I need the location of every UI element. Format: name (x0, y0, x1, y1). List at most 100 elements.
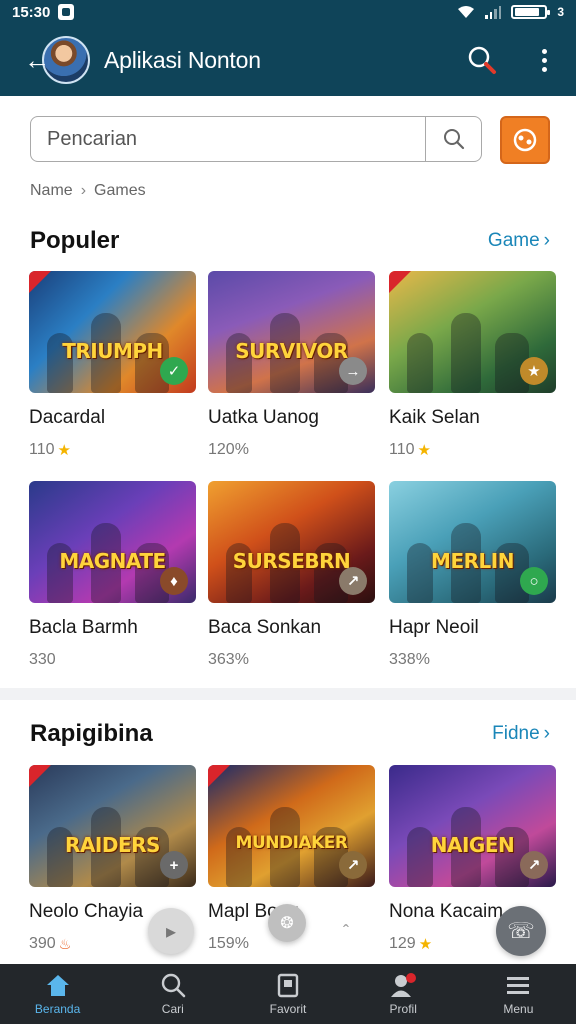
gamepad-icon (513, 128, 537, 152)
breadcrumb-item[interactable]: Games (94, 182, 146, 200)
game-rating: 110 ★ (29, 441, 196, 459)
app-bar: ← Aplikasi Nonton (0, 24, 576, 96)
see-more-label: Fidne (492, 723, 540, 744)
game-title: Baca Sonkan (208, 617, 322, 638)
game-title: Hapr Neoil (389, 617, 479, 638)
see-more-label: Game (487, 230, 540, 251)
breadcrumb: Name › Games (30, 182, 146, 200)
chat-button[interactable]: ☏ (496, 906, 546, 956)
new-ribbon (208, 765, 230, 787)
breadcrumb-item[interactable]: Name (30, 182, 73, 200)
search-icon (160, 972, 186, 998)
action-badge-icon[interactable]: ↗ (339, 851, 367, 879)
action-badge-icon[interactable]: ✓ (160, 357, 188, 385)
game-rating: 330 (29, 651, 196, 669)
nav-label: Cari (161, 1002, 184, 1016)
app-screen: 15:30 3 ← Aplikasi Nonton Pencarian Name… (0, 0, 576, 1024)
arrow-left-icon[interactable]: ← (24, 45, 50, 76)
search-button[interactable] (464, 42, 500, 78)
play-icon: ▸ (165, 920, 177, 943)
signal-icon (485, 5, 502, 19)
game-thumbnail[interactable]: MAGNATE ♦ (29, 481, 196, 603)
game-thumbnail[interactable]: SURVIVOR → (208, 271, 375, 393)
nav-label: Favorit (269, 1002, 307, 1016)
search-row (30, 116, 550, 164)
new-ribbon (389, 271, 411, 293)
game-title: Kaik Selan (389, 407, 480, 428)
nav-item-menu[interactable]: Menu (461, 964, 576, 1024)
rating-value: 330 (29, 651, 56, 668)
game-thumbnail[interactable]: NAIGEN ↗ (389, 765, 556, 887)
character-art (407, 333, 433, 393)
game-card[interactable]: MERLIN ○ Hapr Neoil 338% (389, 481, 556, 669)
rating-value: 159% (208, 935, 249, 952)
game-card[interactable]: ★ Kaik Selan 110 ★ (389, 271, 556, 459)
share-button[interactable]: ❂ (268, 904, 306, 942)
game-card[interactable]: TRIUMPH ✓ Dacardal 110 ★ (29, 271, 196, 459)
more-vert-icon[interactable] (526, 42, 562, 78)
new-ribbon (29, 765, 51, 787)
status-bar: 15:30 3 (0, 0, 576, 24)
status-time: 15:30 (12, 3, 51, 21)
game-thumbnail[interactable]: RAIDERS + (29, 765, 196, 887)
nav-item-bookmark[interactable]: Favorit (230, 964, 345, 1024)
action-badge-icon[interactable]: ○ (520, 567, 548, 595)
nav-item-profile[interactable]: Profil (346, 964, 461, 1024)
search-submit-button[interactable] (425, 117, 481, 161)
nav-label: Menu (503, 1002, 534, 1016)
game-card[interactable]: MAGNATE ♦ Bacla Barmh 330 (29, 481, 196, 669)
next-button[interactable]: ▸ (148, 908, 194, 954)
search-input[interactable] (31, 117, 425, 161)
game-rating: 363% (208, 651, 375, 669)
action-badge-icon[interactable]: + (160, 851, 188, 879)
rating-value: 338% (389, 651, 430, 668)
battery-label: 3 (557, 5, 564, 19)
rating-value: 390 (29, 935, 56, 952)
game-card[interactable]: SURVIVOR → Uatka Uanog 120% (208, 271, 375, 459)
game-card[interactable]: SURSEBRN ↗ Baca Sonkan 363% (208, 481, 375, 669)
rating-value: 363% (208, 651, 249, 668)
rating-value: 110 (389, 441, 415, 458)
search-field (30, 116, 482, 162)
game-thumbnail[interactable]: SURSEBRN ↗ (208, 481, 375, 603)
chevron-right-icon: › (543, 723, 550, 744)
rating-value: 129 (389, 935, 416, 952)
scroll-up-button[interactable]: ˆ (334, 920, 358, 944)
game-thumbnail[interactable]: ★ (389, 271, 556, 393)
page-title: Aplikasi Nonton (104, 46, 261, 73)
filter-button[interactable] (500, 116, 550, 164)
nav-item-home[interactable]: Beranda (0, 964, 115, 1024)
see-more-link[interactable]: Game › (488, 230, 550, 252)
game-thumbnail[interactable]: TRIUMPH ✓ (29, 271, 196, 393)
game-title: Uatka Uanog (208, 407, 319, 428)
chevron-up-icon: ˆ (343, 921, 349, 942)
game-logo: MUNDIAKER (235, 833, 348, 853)
bookmark-icon (275, 972, 301, 998)
action-badge-icon[interactable]: ↗ (339, 567, 367, 595)
game-thumbnail[interactable]: MERLIN ○ (389, 481, 556, 603)
see-more-link[interactable]: Fidne › (492, 723, 550, 745)
profile-icon (389, 972, 417, 998)
action-badge-icon[interactable]: ↗ (520, 851, 548, 879)
game-thumbnail[interactable]: MUNDIAKER ↗ (208, 765, 375, 887)
action-badge-icon[interactable]: ★ (520, 357, 548, 385)
nav-label: Beranda (34, 1002, 81, 1016)
search-icon (443, 129, 464, 150)
action-badge-icon[interactable]: → (339, 357, 367, 385)
nav-label: Profil (389, 1002, 417, 1016)
section-divider (0, 688, 576, 700)
game-rating: 110 ★ (389, 441, 556, 459)
chat-icon: ☏ (507, 918, 535, 943)
star-icon: ★ (417, 442, 431, 459)
home-icon (44, 972, 72, 998)
nav-item-search[interactable]: Cari (115, 964, 230, 1024)
chevron-right-icon: › (543, 230, 550, 251)
star-icon: ★ (57, 442, 71, 459)
battery-icon (511, 5, 551, 19)
game-title: Dacardal (29, 407, 106, 428)
share-icon: ❂ (280, 915, 294, 932)
search-icon (468, 46, 496, 74)
section-title-secondary: Rapigibina (30, 720, 153, 747)
game-title: Bacla Barmh (29, 617, 138, 638)
action-badge-icon[interactable]: ♦ (160, 567, 188, 595)
